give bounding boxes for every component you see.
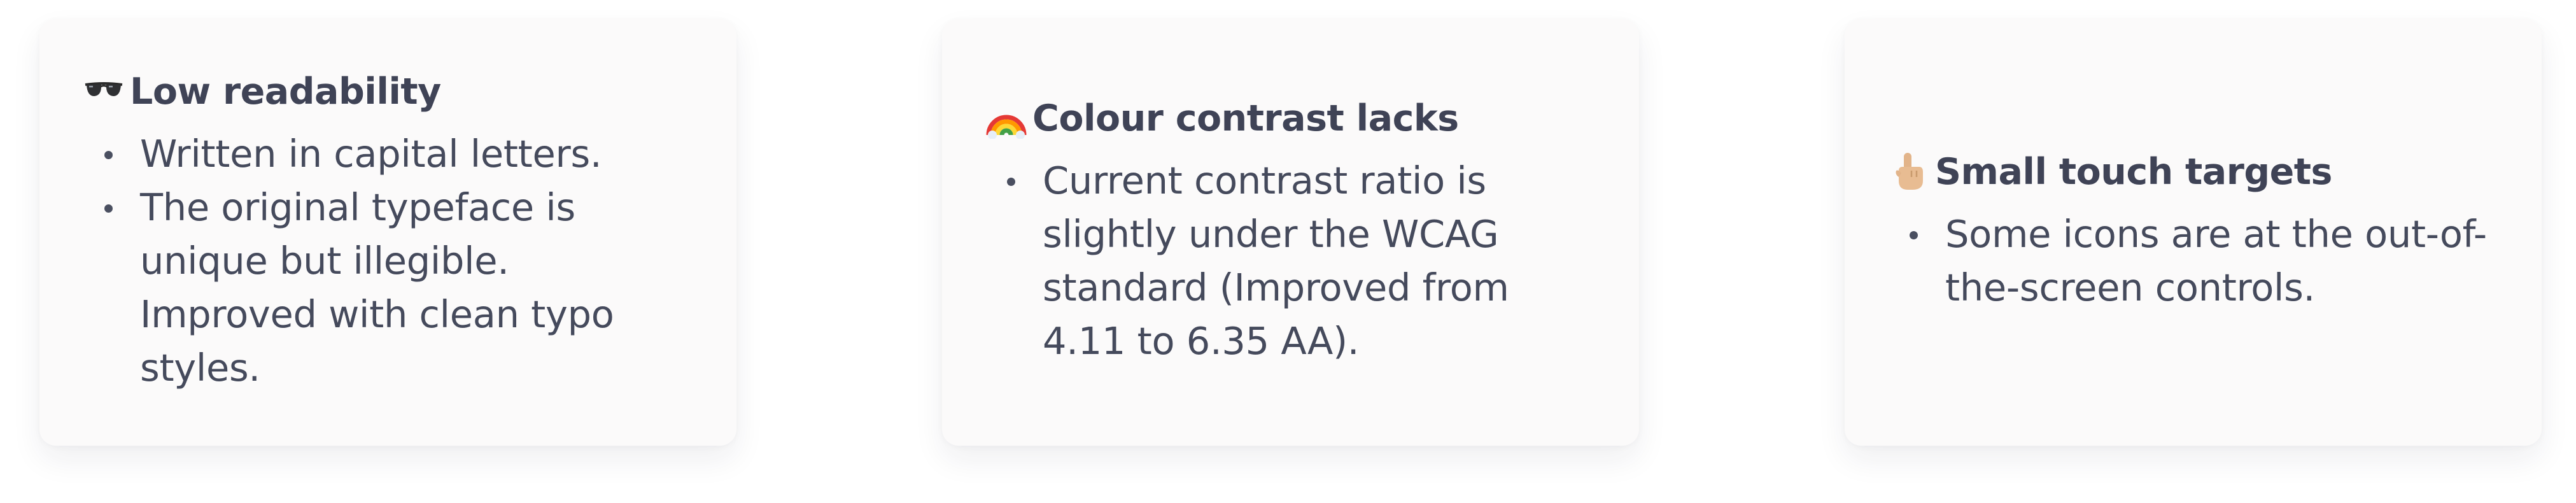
- rainbow-icon: [985, 97, 1027, 139]
- list-item: Written in capital letters.: [104, 127, 686, 181]
- card-title-text: Small touch targets: [1935, 150, 2333, 193]
- pointing-up-hand-icon: [1888, 151, 1930, 193]
- card-title: Colour contrast lacks: [985, 97, 1588, 140]
- card-title: Small touch targets: [1888, 150, 2491, 194]
- issue-list: Written in capital letters. The original…: [83, 127, 686, 395]
- list-item: The original typeface is unique but ille…: [104, 181, 686, 395]
- sunglasses-icon: [83, 71, 125, 113]
- issue-card-low-readability: Low readability Written in capital lette…: [39, 19, 736, 446]
- issue-list: Some icons are at the out-of-the-screen …: [1888, 208, 2491, 315]
- issue-card-small-touch-targets: Small touch targets Some icons are at th…: [1845, 19, 2542, 446]
- issue-list: Current contrast ratio is slightly under…: [985, 154, 1588, 368]
- card-title-text: Colour contrast lacks: [1032, 97, 1459, 139]
- list-item: Some icons are at the out-of-the-screen …: [1910, 208, 2491, 315]
- card-title-text: Low readability: [130, 70, 441, 113]
- card-title: Low readability: [83, 70, 686, 113]
- list-item: Current contrast ratio is slightly under…: [1007, 154, 1588, 368]
- issue-card-colour-contrast: Colour contrast lacks Current contrast r…: [942, 19, 1639, 446]
